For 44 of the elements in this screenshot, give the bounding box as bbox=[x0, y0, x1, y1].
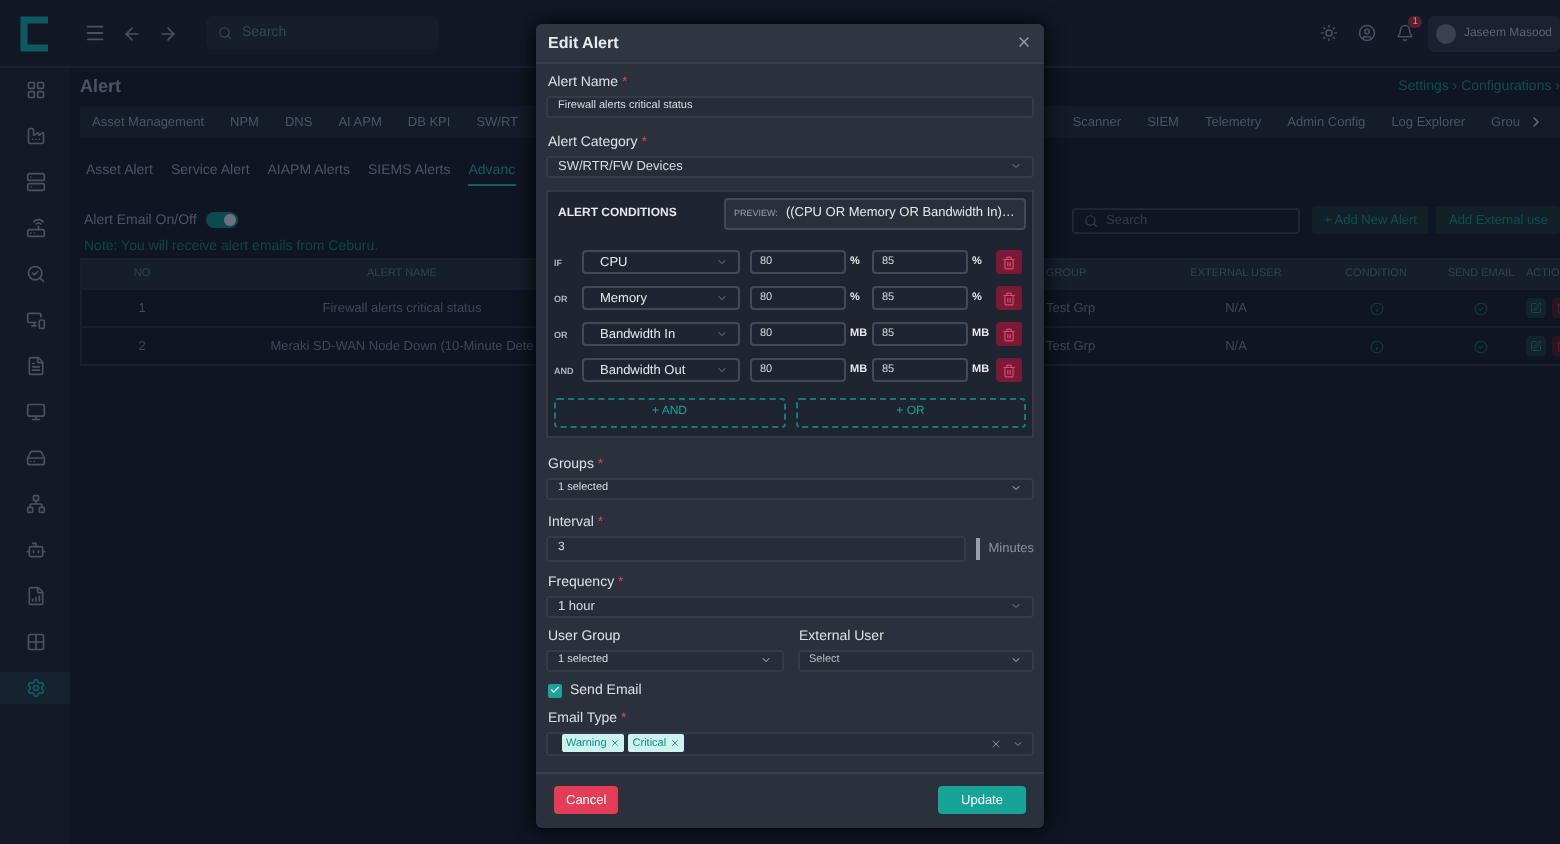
search-icon bbox=[218, 26, 232, 40]
edit-icon bbox=[1530, 302, 1542, 314]
chevron-down-icon bbox=[1010, 654, 1022, 667]
chevron-down-icon bbox=[716, 256, 728, 269]
chevron-down-icon bbox=[1010, 600, 1022, 613]
sun-icon[interactable] bbox=[1319, 24, 1338, 42]
delete-button[interactable] bbox=[996, 358, 1022, 383]
chevron-down-icon bbox=[716, 292, 728, 305]
search-icon bbox=[1084, 213, 1099, 227]
clear-icon[interactable] bbox=[990, 737, 1002, 750]
close-icon bbox=[1016, 34, 1032, 51]
menu-icon[interactable] bbox=[84, 22, 106, 44]
trash-icon bbox=[1002, 291, 1016, 306]
delete-button[interactable] bbox=[996, 286, 1022, 311]
dialog-title: Edit Alert bbox=[548, 33, 619, 52]
chevron-down-icon bbox=[716, 328, 728, 341]
avatar bbox=[1435, 23, 1456, 43]
check-circle-icon bbox=[1474, 301, 1488, 315]
trash-icon bbox=[1002, 255, 1016, 270]
trash-icon bbox=[1002, 327, 1016, 342]
chevron-right-icon[interactable] bbox=[1528, 114, 1544, 130]
delete-button[interactable] bbox=[996, 250, 1022, 275]
user-circle-icon[interactable] bbox=[1357, 24, 1376, 42]
check-icon bbox=[550, 684, 560, 697]
edit-icon bbox=[1530, 340, 1542, 352]
info-icon[interactable] bbox=[1369, 339, 1383, 353]
edit-button[interactable] bbox=[1526, 336, 1546, 356]
back-arrow-icon[interactable] bbox=[122, 23, 142, 43]
trash-icon bbox=[1002, 363, 1016, 378]
settings-icon[interactable] bbox=[0, 672, 70, 704]
chevron-down-icon bbox=[716, 364, 728, 377]
delete-button[interactable] bbox=[996, 322, 1022, 347]
chevron-down-icon bbox=[1010, 160, 1022, 173]
send-email-checkbox[interactable] bbox=[548, 683, 562, 698]
info-icon[interactable] bbox=[1369, 301, 1383, 315]
chevron-down-icon bbox=[1010, 482, 1022, 495]
edit-button[interactable] bbox=[1526, 298, 1546, 318]
close-button[interactable] bbox=[1016, 34, 1032, 51]
page-title: Alert bbox=[80, 76, 122, 96]
chevron-down-icon bbox=[759, 654, 771, 667]
forward-arrow-icon[interactable] bbox=[158, 23, 178, 43]
chevron-down-icon[interactable] bbox=[1012, 737, 1024, 750]
email-toggle[interactable] bbox=[206, 212, 239, 228]
check-circle-icon bbox=[1474, 339, 1488, 353]
